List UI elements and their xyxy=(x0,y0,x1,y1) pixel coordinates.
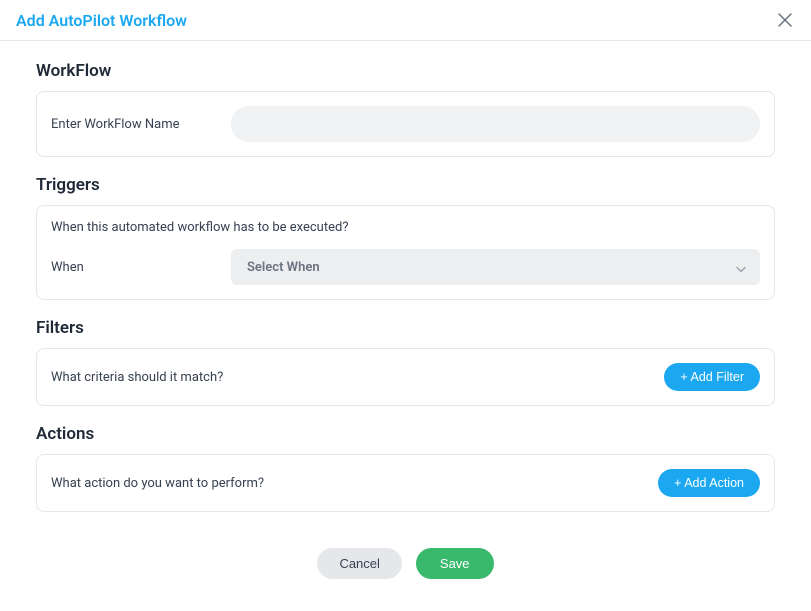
workflow-section: WorkFlow Enter WorkFlow Name xyxy=(36,61,775,157)
chevron-down-icon xyxy=(736,258,746,277)
add-filter-button[interactable]: + Add Filter xyxy=(664,363,760,391)
workflow-panel: Enter WorkFlow Name xyxy=(36,91,775,157)
when-label: When xyxy=(51,260,221,275)
filters-section-title: Filters xyxy=(36,318,775,338)
triggers-section-title: Triggers xyxy=(36,175,775,195)
triggers-panel: When this automated workflow has to be e… xyxy=(36,205,775,300)
when-row: When Select When xyxy=(51,249,760,285)
filters-panel: What criteria should it match? + Add Fil… xyxy=(36,348,775,406)
footer-actions: Cancel Save xyxy=(36,530,775,603)
workflow-name-input[interactable] xyxy=(231,106,760,142)
modal-title: Add AutoPilot Workflow xyxy=(16,11,187,30)
filters-section: Filters What criteria should it match? +… xyxy=(36,318,775,406)
cancel-button[interactable]: Cancel xyxy=(317,548,401,579)
actions-prompt: What action do you want to perform? xyxy=(51,476,264,491)
triggers-prompt: When this automated workflow has to be e… xyxy=(51,220,760,235)
modal-header: Add AutoPilot Workflow xyxy=(0,0,811,41)
save-button[interactable]: Save xyxy=(416,548,494,579)
filters-prompt: What criteria should it match? xyxy=(51,370,223,385)
when-select-placeholder: Select When xyxy=(247,260,320,275)
when-select[interactable]: Select When xyxy=(231,249,760,285)
workflow-section-title: WorkFlow xyxy=(36,61,775,81)
add-autopilot-workflow-modal: Add AutoPilot Workflow WorkFlow Enter Wo… xyxy=(0,0,811,611)
triggers-section: Triggers When this automated workflow ha… xyxy=(36,175,775,300)
actions-panel: What action do you want to perform? + Ad… xyxy=(36,454,775,512)
workflow-name-label: Enter WorkFlow Name xyxy=(51,117,221,132)
modal-body: WorkFlow Enter WorkFlow Name Triggers Wh… xyxy=(0,41,811,611)
close-icon[interactable] xyxy=(775,10,795,30)
actions-section: Actions What action do you want to perfo… xyxy=(36,424,775,512)
actions-section-title: Actions xyxy=(36,424,775,444)
add-action-button[interactable]: + Add Action xyxy=(658,469,760,497)
